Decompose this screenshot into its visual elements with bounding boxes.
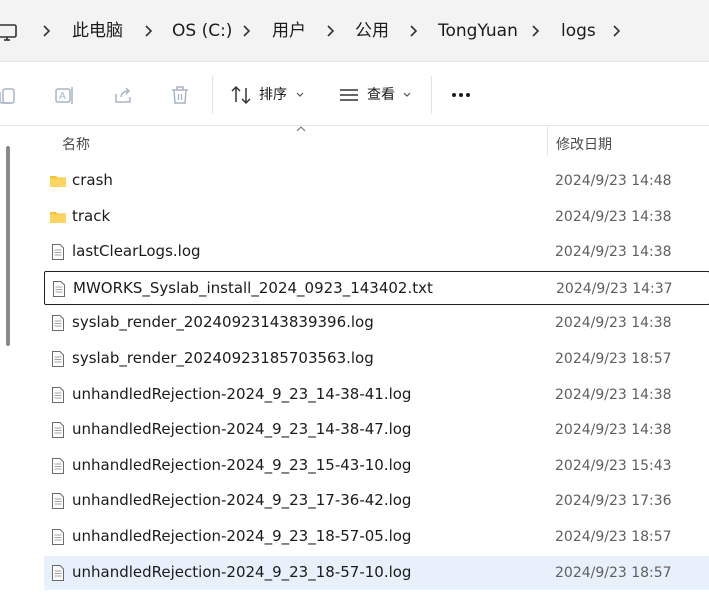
chevron-right-icon[interactable] — [325, 22, 337, 40]
chevron-right-icon[interactable] — [241, 22, 253, 40]
chevron-down-icon[interactable] — [296, 92, 304, 98]
document-icon — [52, 493, 64, 510]
breadcrumb-os-drive[interactable]: OS (C:) — [172, 20, 232, 42]
file-name: unhandledRejection-2024_9_23_17-36-42.lo… — [72, 491, 412, 510]
share-icon[interactable] — [112, 84, 134, 106]
file-name: track — [72, 206, 111, 225]
file-name: unhandledRejection-2024_9_23_15-43-10.lo… — [72, 455, 412, 474]
file-name: crash — [72, 171, 113, 189]
chevron-right-icon[interactable] — [530, 22, 542, 40]
file-explorer-window: 此电脑 OS (C:) 用户 公用 TongYuan logs A 排序 查看 … — [0, 0, 709, 606]
chevron-right-icon[interactable] — [408, 22, 420, 40]
delete-icon[interactable] — [169, 84, 191, 106]
file-row[interactable]: unhandledRejection-2024_9_23_18-57-05.lo… — [44, 520, 709, 554]
document-icon — [52, 457, 64, 474]
file-row[interactable]: lastClearLogs.log 2024/9/23 14:38 — [44, 235, 709, 269]
file-date-modified: 2024/9/23 18:57 — [555, 529, 672, 545]
chevron-right-icon[interactable] — [41, 22, 53, 40]
breadcrumb-users[interactable]: 用户 — [272, 20, 306, 42]
vertical-scrollbar[interactable] — [6, 146, 10, 346]
document-icon — [53, 280, 65, 297]
sort-icon[interactable] — [230, 84, 252, 106]
file-date-modified: 2024/9/23 14:38 — [555, 208, 672, 225]
file-name: unhandledRejection-2024_9_23_18-57-05.lo… — [72, 527, 412, 545]
document-icon — [52, 422, 64, 439]
more-icon[interactable] — [451, 92, 471, 98]
sort-ascending-icon — [296, 126, 306, 132]
breadcrumb-tongyuan[interactable]: TongYuan — [438, 20, 518, 42]
file-date-modified: 2024/9/23 14:38 — [555, 386, 672, 403]
file-name: unhandledRejection-2024_9_23_14-38-41.lo… — [72, 384, 412, 403]
file-name: syslab_render_20240923185703563.log — [72, 349, 374, 367]
column-headers: 名称 修改日期 — [0, 126, 709, 160]
file-row[interactable]: unhandledRejection-2024_9_23_18-57-10.lo… — [44, 555, 709, 590]
folder-row[interactable]: crash 2024/9/23 14:48 — [44, 164, 709, 198]
file-date-modified: 2024/9/23 17:36 — [555, 493, 672, 510]
breadcrumb-public[interactable]: 公用 — [355, 20, 389, 42]
file-date-modified: 2024/9/23 15:43 — [555, 457, 672, 474]
computer-icon[interactable] — [0, 21, 18, 43]
breadcrumb-logs[interactable]: logs — [561, 20, 596, 42]
file-name: syslab_render_20240923143839396.log — [72, 313, 374, 332]
view-button-label[interactable]: 查看 — [367, 86, 395, 104]
command-bar: A 排序 查看 — [0, 62, 709, 126]
file-name: lastClearLogs.log — [72, 242, 201, 261]
file-row[interactable]: MWORKS_Syslab_install_2024_0923_143402.t… — [44, 270, 709, 305]
document-icon — [52, 529, 64, 545]
view-icon[interactable] — [338, 84, 360, 106]
document-icon — [52, 564, 64, 581]
rename-icon[interactable]: A — [53, 84, 75, 106]
document-icon — [52, 244, 64, 261]
toolbar-divider — [212, 76, 213, 114]
chevron-right-icon[interactable] — [611, 22, 623, 40]
breadcrumb-this-pc[interactable]: 此电脑 — [72, 20, 123, 42]
file-date-modified: 2024/9/23 18:57 — [555, 564, 672, 581]
svg-text:A: A — [59, 91, 66, 102]
file-row[interactable]: syslab_render_20240923185703563.log 2024/… — [44, 342, 709, 376]
file-date-modified: 2024/9/23 14:48 — [555, 173, 672, 189]
chevron-down-icon[interactable] — [403, 92, 411, 98]
file-row[interactable]: unhandledRejection-2024_9_23_15-43-10.lo… — [44, 449, 709, 483]
column-header-name[interactable]: 名称 — [62, 134, 90, 154]
file-name: MWORKS_Syslab_install_2024_0923_143402.t… — [73, 278, 433, 297]
folder-icon — [50, 176, 66, 187]
file-date-modified: 2024/9/23 14:38 — [555, 315, 672, 332]
file-date-modified: 2024/9/23 18:57 — [555, 351, 672, 367]
file-row[interactable]: unhandledRejection-2024_9_23_17-36-42.lo… — [44, 484, 709, 518]
document-icon — [52, 351, 64, 367]
address-bar[interactable]: 此电脑 OS (C:) 用户 公用 TongYuan logs — [0, 0, 709, 62]
folder-icon — [50, 211, 66, 223]
column-header-date-modified[interactable]: 修改日期 — [556, 134, 612, 154]
column-divider[interactable] — [547, 126, 548, 156]
file-row[interactable]: syslab_render_20240923143839396.log 2024/… — [44, 306, 709, 340]
file-name: unhandledRejection-2024_9_23_18-57-10.lo… — [72, 562, 412, 581]
document-icon — [52, 315, 64, 332]
sort-button-label[interactable]: 排序 — [259, 86, 287, 104]
toolbar-divider — [431, 76, 432, 114]
file-row[interactable]: unhandledRejection-2024_9_23_14-38-47.lo… — [44, 413, 709, 447]
file-date-modified: 2024/9/23 14:38 — [555, 422, 672, 439]
file-date-modified: 2024/9/23 14:38 — [555, 244, 672, 261]
chevron-right-icon[interactable] — [143, 22, 155, 40]
copy-icon[interactable] — [0, 84, 18, 106]
document-icon — [52, 386, 64, 403]
folder-row[interactable]: track 2024/9/23 14:38 — [44, 200, 709, 234]
file-name: unhandledRejection-2024_9_23_14-38-47.lo… — [72, 420, 412, 439]
file-date-modified: 2024/9/23 14:37 — [556, 280, 673, 297]
file-row[interactable]: unhandledRejection-2024_9_23_14-38-41.lo… — [44, 378, 709, 412]
